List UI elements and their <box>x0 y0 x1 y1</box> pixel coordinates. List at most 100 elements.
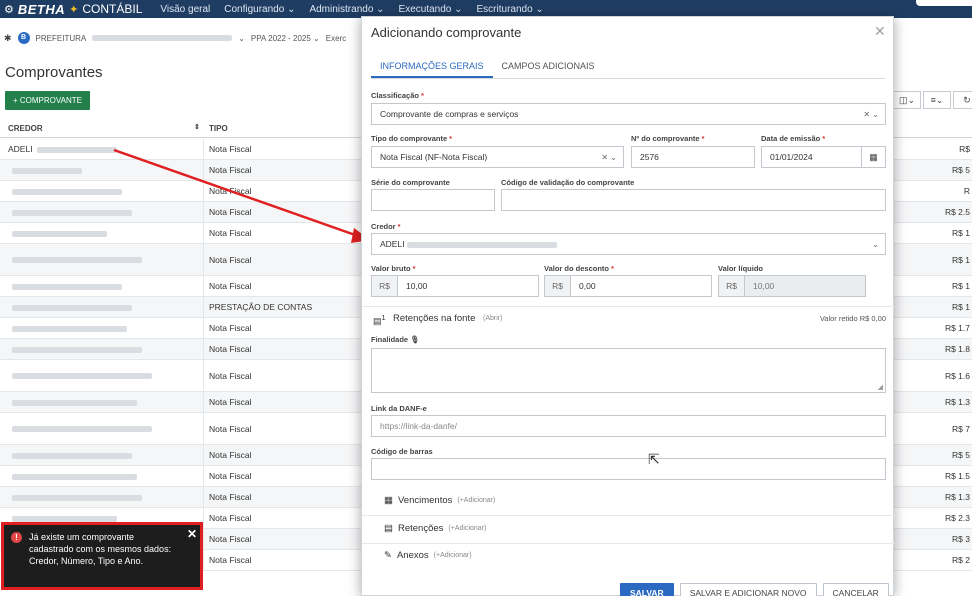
tipo-cell: Nota Fiscal <box>209 423 252 434</box>
valor-cell: R$ 3 <box>952 534 970 544</box>
codigo-validacao-input[interactable] <box>501 189 886 211</box>
classificacao-label: Classificação * <box>371 91 424 100</box>
valor-desconto-input[interactable]: R$ 0,00 <box>544 275 712 297</box>
microphone-icon[interactable]: 🎙 <box>410 335 420 344</box>
tipo-comprovante-select[interactable]: Nota Fiscal (NF-Nota Fiscal) ✕ ⌄ <box>371 146 624 168</box>
chevron-down-icon[interactable]: ⌄ <box>238 34 245 43</box>
filter-icon[interactable]: ≡⌄ <box>923 91 951 109</box>
credor-cell-wrap <box>8 228 107 238</box>
save-and-new-button[interactable]: SALVAR E ADICIONAR NOVO <box>679 583 817 596</box>
credor-cell-wrap <box>8 255 142 265</box>
valor-cell: R$ 1 <box>952 281 970 291</box>
valor-cell: R$ 7 <box>952 423 970 434</box>
document-icon: ▤1 <box>373 313 386 326</box>
add-comprovante-button[interactable]: + COMPROVANTE <box>5 91 90 110</box>
retencoes-add-link[interactable]: (+Adicionar) <box>448 525 486 532</box>
credor-cell-wrap <box>8 323 127 333</box>
credor-cell-wrap <box>8 186 122 196</box>
paperclip-icon: ✎ <box>384 550 392 561</box>
dialog-title: Adicionando comprovante <box>371 25 522 40</box>
classificacao-select[interactable]: Comprovante de compras e serviços ✕ ⌄ <box>371 103 886 125</box>
divider <box>362 515 895 516</box>
save-button[interactable]: SALVAR <box>620 583 674 596</box>
app-logo[interactable]: ⚙ BETHA ✦ CONTÁBIL <box>0 2 142 17</box>
tipo-cell: Nota Fiscal <box>209 397 252 407</box>
retencoes-fonte-abrir-link[interactable]: (Abrir) <box>483 315 502 322</box>
data-emissao-input[interactable]: 01/01/2024 ▦ <box>761 146 886 168</box>
numero-comprovante-input[interactable]: 2576 <box>631 146 755 168</box>
mouse-cursor-icon: ⇱ <box>648 451 660 467</box>
menu-configurando[interactable]: Configurando ⌄ <box>224 4 295 15</box>
link-danfe-input[interactable]: https://link-da-danfe/ <box>371 415 886 437</box>
credor-redacted <box>12 209 132 216</box>
menu-visao-geral[interactable]: Visão geral <box>160 4 210 15</box>
entity-name-redacted <box>92 35 233 41</box>
document-icon: ▤ <box>384 523 393 534</box>
valor-cell: R$ 5 <box>952 450 970 460</box>
tipo-label: Tipo do comprovante * <box>371 134 453 143</box>
valor-cell: R$ 2 <box>952 555 970 565</box>
menu-administrando[interactable]: Administrando ⌄ <box>309 4 384 15</box>
tab-informacoes-gerais[interactable]: INFORMAÇÕES GERAIS <box>371 57 493 78</box>
tipo-cell: Nota Fiscal <box>209 323 252 333</box>
column-divider <box>203 318 204 338</box>
valor-cell: R$ 5 <box>952 165 970 175</box>
valor-bruto-input[interactable]: R$ 10,00 <box>371 275 539 297</box>
menu-executando[interactable]: Executando ⌄ <box>399 4 463 15</box>
product-name: CONTÁBIL <box>82 2 143 16</box>
columns-icon[interactable]: ◫⌄ <box>893 91 921 109</box>
tipo-cell: Nota Fiscal <box>209 492 252 502</box>
top-search-box[interactable] <box>916 0 972 6</box>
clear-chevron-icon[interactable]: ✕ ⌄ <box>601 153 623 162</box>
column-divider <box>203 339 204 359</box>
valor-cell: R$ 1 <box>952 254 970 265</box>
credor-cell-wrap: ADELI <box>8 144 117 154</box>
apps-grid-icon[interactable]: ⚙ <box>4 3 14 16</box>
column-divider <box>203 244 204 275</box>
column-divider <box>203 466 204 486</box>
chevron-down-icon[interactable]: ⌄ <box>872 240 885 249</box>
credor-redacted <box>12 230 107 237</box>
pin-icon[interactable]: ✱ <box>4 33 12 44</box>
finalidade-textarea[interactable]: ◢ <box>371 348 886 393</box>
valor-cell: R$ 2.3 <box>944 513 970 523</box>
menu-escriturando[interactable]: Escriturando ⌄ <box>477 4 544 15</box>
product-icon: ✦ <box>69 3 79 16</box>
sort-icon[interactable]: ⇕ <box>194 123 200 131</box>
credor-cell-wrap <box>8 344 142 354</box>
toast-message: Já existe um comprovante cadastrado com … <box>29 532 172 566</box>
refresh-icon[interactable]: ↻ <box>953 91 972 109</box>
codigo-barras-input[interactable] <box>371 458 886 480</box>
cancel-button[interactable]: CANCELAR <box>822 583 889 596</box>
tipo-cell: Nota Fiscal <box>209 165 252 175</box>
close-icon[interactable]: ✕ <box>874 23 886 40</box>
valor-cell: R$ 1.5 <box>944 471 970 481</box>
credor-select[interactable]: ADELI ⌄ <box>371 233 886 255</box>
ppa-selector[interactable]: PPA 2022 - 2025 ⌄ <box>251 34 320 43</box>
tipo-cell: Nota Fiscal <box>209 513 252 523</box>
serie-label: Série do comprovante <box>371 178 450 187</box>
toast-close-button[interactable]: ✕ <box>187 527 197 541</box>
credor-redacted <box>12 473 137 480</box>
credor-cell-wrap <box>8 471 137 481</box>
serie-input[interactable] <box>371 189 495 211</box>
column-divider <box>203 276 204 296</box>
column-header-tipo[interactable]: TIPO <box>209 124 228 133</box>
entity-name[interactable]: PREFEITURA <box>36 34 87 43</box>
tab-campos-adicionais[interactable]: CAMPOS ADICIONAIS <box>493 57 604 78</box>
resize-grip-icon[interactable]: ◢ <box>878 383 883 391</box>
valor-liquido-label: Valor líquido <box>718 264 764 273</box>
exercise-selector[interactable]: Exerc <box>326 34 346 43</box>
column-header-credor[interactable]: CREDOR <box>8 124 43 133</box>
credor-redacted <box>36 146 117 153</box>
column-divider <box>203 360 204 391</box>
clear-chevron-icon[interactable]: ✕ ⌄ <box>863 110 885 119</box>
classificacao-value: Comprovante de compras e serviços <box>380 109 519 119</box>
numero-value: 2576 <box>640 152 659 162</box>
anexos-add-link[interactable]: (+Adicionar) <box>434 552 472 559</box>
calendar-icon[interactable]: ▦ <box>861 147 885 167</box>
vencimentos-label: Vencimentos <box>397 495 453 506</box>
brand-name: BETHA <box>17 1 66 17</box>
vencimentos-add-link[interactable]: (+Adicionar) <box>457 497 495 504</box>
page-title: Comprovantes <box>5 64 103 81</box>
